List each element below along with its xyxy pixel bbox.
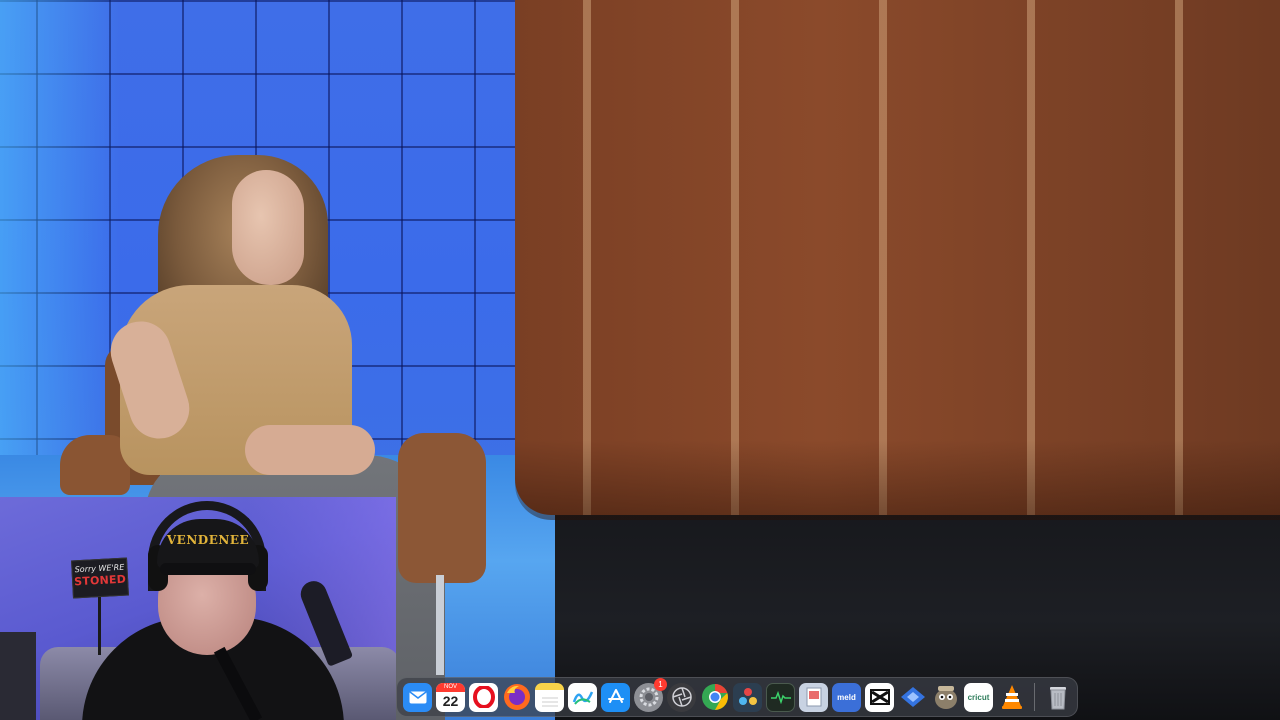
- dock: NOV 22 1 meld cricut: [396, 677, 1078, 717]
- dock-item-calendar[interactable]: NOV 22: [436, 682, 465, 712]
- dock-item-chrome[interactable]: [700, 683, 729, 712]
- aperture-icon: [671, 687, 692, 707]
- firefox-icon: [503, 684, 530, 710]
- dock-item-opera[interactable]: [469, 682, 498, 712]
- dock-item-cricut[interactable]: cricut: [964, 682, 993, 712]
- dock-item-mail[interactable]: [403, 682, 432, 712]
- screen: Sorry WE'RE STONED VENDENEE NOV 22 1 mel…: [0, 0, 1280, 720]
- guest-face: [232, 170, 304, 285]
- dock-item-capcut[interactable]: [865, 682, 894, 712]
- dock-item-firefox[interactable]: [502, 683, 531, 712]
- guest-hands: [245, 425, 375, 475]
- dock-separator: [1034, 683, 1035, 711]
- sign-line-2: STONED: [73, 572, 127, 589]
- mail-icon: [409, 690, 426, 703]
- shelf: [0, 632, 36, 720]
- dock-item-vlc[interactable]: [997, 683, 1026, 712]
- dock-item-trash[interactable]: [1043, 683, 1072, 712]
- chair-leg: [436, 575, 444, 675]
- gimp-icon: [934, 686, 957, 709]
- dock-item-network[interactable]: [898, 683, 927, 712]
- vlc-icon: [1001, 685, 1022, 709]
- app-store-icon: [607, 689, 624, 703]
- meld-icon: meld: [837, 692, 856, 702]
- webcam-overlay: Sorry WE'RE STONED VENDENEE: [0, 497, 396, 720]
- trash-icon: [1049, 687, 1066, 710]
- wall-sign: Sorry WE'RE STONED: [71, 557, 129, 599]
- cricut-icon: cricut: [967, 692, 990, 702]
- notes-icon: [541, 697, 558, 706]
- preview-icon: [806, 687, 821, 707]
- dock-item-meld[interactable]: meld: [832, 682, 861, 712]
- calendar-month: NOV: [436, 682, 465, 692]
- capcut-icon: [869, 689, 890, 705]
- freeform-icon: [572, 691, 593, 705]
- dock-item-activity-monitor[interactable]: [766, 682, 795, 712]
- dock-item-system-settings[interactable]: 1: [634, 677, 667, 712]
- cap-text: VENDENEE: [166, 533, 250, 547]
- davinci-icon: [738, 688, 757, 705]
- dock-item-notes[interactable]: [535, 682, 564, 712]
- dock-item-davinci-resolve[interactable]: [733, 682, 762, 712]
- calendar-day: 22: [442, 693, 459, 709]
- dock-item-preview[interactable]: [799, 682, 828, 712]
- dock-item-gimp[interactable]: [931, 683, 960, 712]
- chrome-icon: [701, 684, 728, 710]
- dock-item-app-store[interactable]: [601, 682, 630, 712]
- dock-item-aperture[interactable]: [667, 682, 696, 712]
- chair-arm-right: [398, 433, 486, 583]
- activity-monitor-icon: [770, 690, 791, 704]
- network-icon: [900, 687, 925, 707]
- foreground-jacket: [515, 0, 1280, 515]
- dock-item-freeform[interactable]: [568, 682, 597, 712]
- settings-badge: 1: [654, 677, 667, 691]
- opera-icon: [472, 686, 495, 708]
